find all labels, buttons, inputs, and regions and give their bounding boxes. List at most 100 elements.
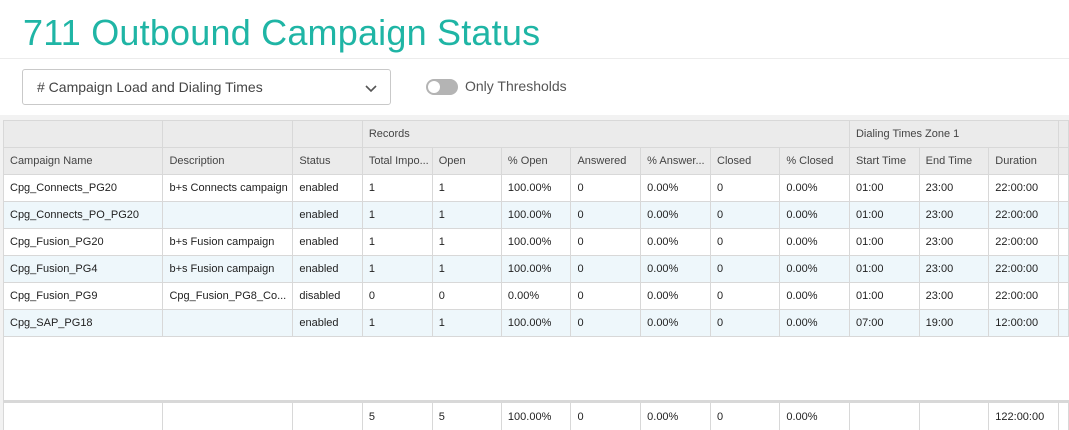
- column-header-status[interactable]: Status: [292, 147, 363, 175]
- total-pct-closed: 0.00%: [779, 400, 850, 430]
- cell-overflow: [1057, 201, 1069, 229]
- cell-pct-closed: 0.00%: [779, 282, 850, 310]
- cell-pct-open: 100.00%: [500, 174, 572, 202]
- column-header-description[interactable]: Description: [162, 147, 294, 175]
- cell-answered: 0: [570, 174, 642, 202]
- cell-closed: 0: [709, 228, 781, 256]
- table-row[interactable]: Cpg_SAP_PG18 enabled 1 1 100.00% 0 0.00%…: [2, 309, 1069, 337]
- cell-total-imported: 1: [361, 255, 433, 283]
- group-header-blank: [292, 120, 363, 148]
- column-header-answered[interactable]: Answered: [570, 147, 642, 175]
- column-header-open[interactable]: Open: [431, 147, 502, 175]
- cell-description: b+s Fusion campaign: [162, 255, 294, 283]
- column-header-pct-closed[interactable]: % Closed: [779, 147, 850, 175]
- page-title: 711 Outbound Campaign Status: [23, 12, 541, 53]
- cell-pct-open: 100.00%: [500, 255, 572, 283]
- table-row[interactable]: Cpg_Connects_PO_PG20 enabled 1 1 100.00%…: [2, 201, 1069, 229]
- cell-end-time: 23:00: [918, 255, 990, 283]
- cell-start-time: 01:00: [848, 282, 920, 310]
- cell-pct-open: 100.00%: [500, 228, 572, 256]
- column-header-total-imported[interactable]: Total Impo...: [361, 147, 433, 175]
- group-header-records: Records: [361, 120, 850, 148]
- table-row[interactable]: Cpg_Connects_PG20 b+s Connects campaign …: [2, 174, 1069, 202]
- cell-open: 1: [431, 201, 502, 229]
- column-header-pct-answered[interactable]: % Answer...: [640, 147, 711, 175]
- column-header-closed[interactable]: Closed: [709, 147, 781, 175]
- chevron-down-icon: [365, 85, 377, 93]
- cell-description: [162, 309, 294, 337]
- cell-overflow: [1057, 309, 1069, 337]
- cell-status: disabled: [292, 282, 363, 310]
- cell-pct-answered: 0.00%: [640, 228, 711, 256]
- cell-answered: 0: [570, 255, 642, 283]
- empty-grid-space: [3, 336, 1069, 402]
- cell-overflow: [1057, 228, 1069, 256]
- cell-pct-open: 100.00%: [500, 309, 572, 337]
- cell-campaign-name: Cpg_Connects_PG20: [2, 174, 164, 202]
- cell-closed: 0: [709, 282, 781, 310]
- cell-answered: 0: [570, 201, 642, 229]
- column-header-campaign-name[interactable]: Campaign Name: [2, 147, 164, 175]
- column-header-start-time[interactable]: Start Time: [848, 147, 920, 175]
- cell-duration: 22:00:00: [988, 174, 1059, 202]
- cell-pct-answered: 0.00%: [640, 255, 711, 283]
- toggle-knob: [428, 81, 440, 93]
- cell-open: 0: [431, 282, 502, 310]
- cell-campaign-name: Cpg_Connects_PO_PG20: [2, 201, 164, 229]
- cell-description: b+s Connects campaign: [162, 174, 294, 202]
- cell-end-time: 23:00: [918, 228, 990, 256]
- column-header-pct-open[interactable]: % Open: [500, 147, 572, 175]
- cell-status: enabled: [292, 309, 363, 337]
- column-header-end-time[interactable]: End Time: [918, 147, 990, 175]
- group-header-overflow: [1057, 120, 1069, 148]
- table-row[interactable]: Cpg_Fusion_PG4 b+s Fusion campaign enabl…: [2, 255, 1069, 283]
- cell-total-imported: 1: [361, 201, 433, 229]
- cell-campaign-name: Cpg_Fusion_PG9: [2, 282, 164, 310]
- cell-answered: 0: [570, 309, 642, 337]
- cell-total-imported: 1: [361, 309, 433, 337]
- total-answered: 0: [570, 400, 642, 430]
- cell-duration: 22:00:00: [988, 228, 1059, 256]
- cell-closed: 0: [709, 174, 781, 202]
- cell-start-time: 01:00: [848, 174, 920, 202]
- column-header-duration[interactable]: Duration: [988, 147, 1059, 175]
- cell-duration: 12:00:00: [988, 309, 1059, 337]
- cell-end-time: 23:00: [918, 201, 990, 229]
- only-thresholds-toggle[interactable]: [426, 79, 458, 95]
- cell-open: 1: [431, 255, 502, 283]
- cell-pct-closed: 0.00%: [779, 228, 850, 256]
- cell-campaign-name: Cpg_SAP_PG18: [2, 309, 164, 337]
- cell-overflow: [1057, 174, 1069, 202]
- cell-pct-answered: 0.00%: [640, 174, 711, 202]
- total-open: 5: [431, 400, 502, 430]
- cell-answered: 0: [570, 228, 642, 256]
- campaign-status-table: Records Dialing Times Zone 1 Campaign Na…: [2, 120, 1069, 430]
- group-header-dialing-times: Dialing Times Zone 1: [848, 120, 1059, 148]
- cell-pct-answered: 0.00%: [640, 309, 711, 337]
- view-select[interactable]: # Campaign Load and Dialing Times: [22, 69, 391, 105]
- group-header-blank: [162, 120, 294, 148]
- total-status: [292, 400, 363, 430]
- cell-open: 1: [431, 228, 502, 256]
- table-row[interactable]: Cpg_Fusion_PG20 b+s Fusion campaign enab…: [2, 228, 1069, 256]
- cell-status: enabled: [292, 255, 363, 283]
- grid-area: Records Dialing Times Zone 1 Campaign Na…: [0, 115, 1069, 430]
- cell-duration: 22:00:00: [988, 201, 1059, 229]
- cell-end-time: 23:00: [918, 174, 990, 202]
- cell-closed: 0: [709, 201, 781, 229]
- totals-row: 5 5 100.00% 0 0.00% 0 0.00% 122:00:00: [2, 400, 1069, 430]
- total-duration: 122:00:00: [988, 400, 1059, 430]
- cell-pct-open: 0.00%: [500, 282, 572, 310]
- cell-pct-answered: 0.00%: [640, 201, 711, 229]
- table-row[interactable]: Cpg_Fusion_PG9 Cpg_Fusion_PG8_Co... disa…: [2, 282, 1069, 310]
- cell-duration: 22:00:00: [988, 255, 1059, 283]
- cell-status: enabled: [292, 174, 363, 202]
- cell-description: [162, 201, 294, 229]
- cell-overflow: [1057, 255, 1069, 283]
- cell-start-time: 01:00: [848, 201, 920, 229]
- cell-pct-closed: 0.00%: [779, 309, 850, 337]
- total-end-time: [918, 400, 990, 430]
- cell-end-time: 19:00: [918, 309, 990, 337]
- cell-campaign-name: Cpg_Fusion_PG4: [2, 255, 164, 283]
- cell-open: 1: [431, 174, 502, 202]
